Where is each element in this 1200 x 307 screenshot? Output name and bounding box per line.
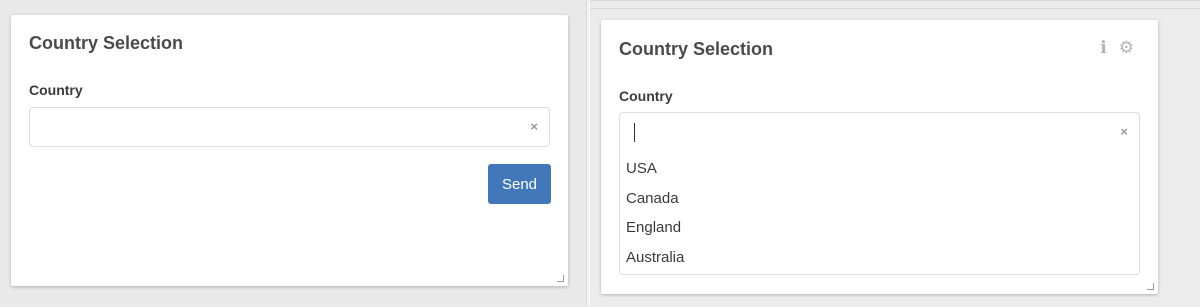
clear-icon[interactable]: × [530, 119, 538, 135]
resize-handle[interactable] [1147, 283, 1154, 290]
clear-icon[interactable]: × [1120, 124, 1128, 140]
country-selection-widget-left: Country Selection Country × Send [11, 15, 568, 286]
country-dropdown: USA Canada England Australia [619, 151, 1140, 275]
info-icon[interactable]: i [1100, 38, 1106, 58]
text-cursor [634, 123, 635, 142]
gear-icon[interactable]: ⚙ [1119, 38, 1134, 58]
dropdown-option-canada[interactable]: Canada [620, 184, 1139, 214]
widget-title: Country Selection [29, 33, 184, 53]
widget-title: Country Selection [619, 39, 774, 59]
country-label: Country [619, 88, 673, 104]
dropdown-option-usa[interactable]: USA [620, 154, 1139, 184]
send-button[interactable]: Send [488, 164, 551, 204]
widget-header-icons: i ⚙ [1100, 38, 1134, 58]
resize-handle[interactable] [557, 275, 564, 282]
dropdown-option-england[interactable]: England [620, 213, 1139, 243]
country-label: Country [29, 82, 83, 98]
country-select[interactable]: × [29, 107, 550, 147]
country-select[interactable]: × [619, 112, 1140, 152]
dropdown-option-australia[interactable]: Australia [620, 243, 1139, 273]
country-selection-widget-right: Country Selection i ⚙ Country × USA Cana… [601, 20, 1158, 294]
